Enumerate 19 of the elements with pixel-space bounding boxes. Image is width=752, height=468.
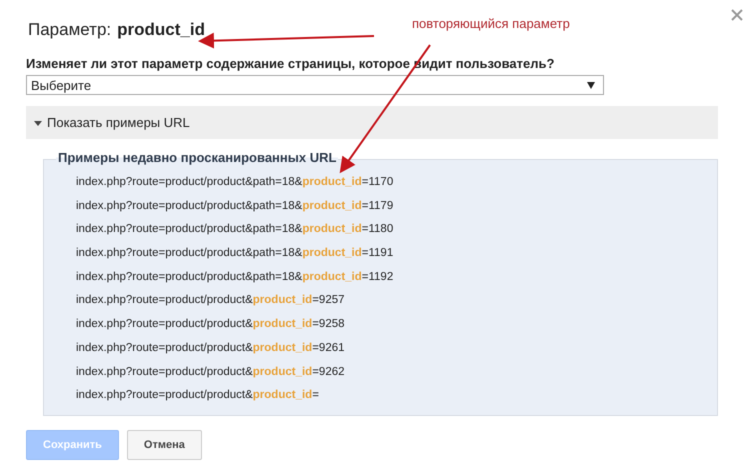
close-icon[interactable] [730, 8, 744, 22]
select-dropdown[interactable]: Выберите [26, 75, 604, 95]
toggle-bar[interactable]: Показать примеры URL [26, 106, 718, 139]
url-example: index.php?route=product/product&product_id= [76, 388, 320, 404]
title-label: Параметр: [28, 20, 112, 40]
cancel-button[interactable]: Отмена [126, 430, 202, 460]
url-example: index.php?route=product/product&path=18&product_id=1180 [76, 222, 394, 238]
url-example: index.php?route=product/product&path=18&product_id=1170 [76, 175, 394, 190]
url-example: index.php?route=product/product&product_id=9262 [76, 364, 346, 380]
url-example: index.php?route=product/product&path=18&product_id=1192 [76, 270, 394, 285]
url-example: index.php?route=product/product&path=18&product_id=1179 [76, 198, 394, 214]
panel-legend: Примеры недавно просканированных URL [56, 150, 338, 165]
annotation-text: повторяющийся параметр [412, 16, 570, 31]
url-example: index.php?route=product/product&product_id=9257 [76, 293, 346, 308]
url-example: index.php?route=product/product&product_id=9261 [76, 340, 346, 356]
parameter-name: product_id [117, 20, 205, 40]
url-example: index.php?route=product/product&product_id=9258 [76, 317, 346, 332]
dropdown-caret-icon [587, 82, 595, 88]
url-example: index.php?route=product/product&path=18&product_id=1191 [76, 246, 394, 262]
